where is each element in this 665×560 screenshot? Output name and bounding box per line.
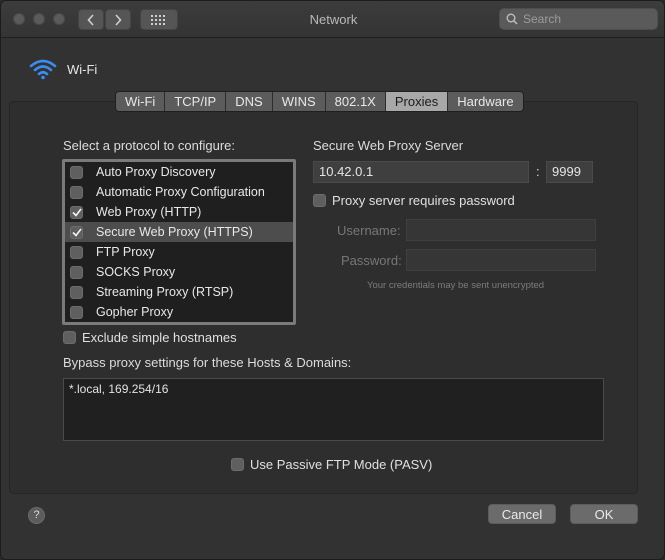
protocol-label: Web Proxy (HTTP) <box>96 205 202 219</box>
protocol-label: FTP Proxy <box>96 245 155 259</box>
tab-tcpip[interactable]: TCP/IP <box>165 92 227 111</box>
wifi-icon <box>29 59 57 80</box>
requires-password-label: Proxy server requires password <box>332 193 515 208</box>
protocol-checkbox[interactable] <box>70 225 83 239</box>
protocol-item[interactable]: FTP Proxy <box>65 242 293 262</box>
bypass-heading: Bypass proxy settings for these Hosts & … <box>63 355 352 370</box>
proxy-port-field[interactable]: 9999 <box>546 161 593 183</box>
port-separator: : <box>536 164 540 179</box>
protocol-label: Gopher Proxy <box>96 305 174 319</box>
requires-password-checkbox[interactable] <box>313 194 326 207</box>
username-field[interactable] <box>406 219 596 241</box>
protocol-checkbox[interactable] <box>70 245 83 259</box>
protocol-label: Secure Web Proxy (HTTPS) <box>96 225 253 239</box>
search-icon <box>506 13 518 25</box>
protocol-checkbox[interactable] <box>70 185 83 199</box>
username-label: Username: <box>337 223 401 238</box>
passive-ftp-checkbox[interactable] <box>231 458 244 471</box>
help-button[interactable]: ? <box>28 507 45 524</box>
search-placeholder: Search <box>523 12 562 26</box>
exclude-simple-label: Exclude simple hostnames <box>82 330 237 345</box>
protocol-list: Auto Proxy Discovery Automatic Proxy Con… <box>62 159 296 325</box>
interface-header: Wi-Fi <box>29 58 97 80</box>
network-window: Network Search Wi-Fi Wi-Fi TCP/IP DNS WI… <box>0 0 665 560</box>
proxy-host-field[interactable]: 10.42.0.1 <box>313 161 529 183</box>
protocol-item-selected[interactable]: Secure Web Proxy (HTTPS) <box>65 222 293 242</box>
checkmark-icon <box>71 208 82 217</box>
server-heading: Secure Web Proxy Server <box>313 138 464 153</box>
protocol-label: SOCKS Proxy <box>96 265 176 279</box>
passive-ftp-row[interactable]: Use Passive FTP Mode (PASV) <box>231 457 432 472</box>
exclude-simple-checkbox[interactable] <box>63 331 76 344</box>
tab-wins[interactable]: WINS <box>273 92 326 111</box>
bypass-textarea[interactable]: *.local, 169.254/16 <box>63 378 604 441</box>
protocol-item[interactable]: Auto Proxy Discovery <box>65 162 293 182</box>
ok-button[interactable]: OK <box>570 504 638 524</box>
protocol-checkbox[interactable] <box>70 285 83 299</box>
tab-proxies[interactable]: Proxies <box>385 92 449 111</box>
passive-ftp-label: Use Passive FTP Mode (PASV) <box>250 457 433 472</box>
search-field[interactable]: Search <box>499 8 658 30</box>
password-label: Password: <box>341 253 402 268</box>
tab-dns[interactable]: DNS <box>226 92 273 111</box>
tab-wifi[interactable]: Wi-Fi <box>116 92 166 111</box>
checkmark-icon <box>71 228 82 237</box>
protocol-item[interactable]: Streaming Proxy (RTSP) <box>65 282 293 302</box>
tab-hardware[interactable]: Hardware <box>448 92 522 111</box>
title-bar: Network Search <box>1 1 664 38</box>
protocol-label: Auto Proxy Discovery <box>96 165 216 179</box>
tab-8021x[interactable]: 802.1X <box>326 92 386 111</box>
protocol-item[interactable]: Web Proxy (HTTP) <box>65 202 293 222</box>
protocol-checkbox[interactable] <box>70 305 83 319</box>
protocol-item[interactable]: Automatic Proxy Configuration <box>65 182 293 202</box>
protocol-checkbox[interactable] <box>70 165 83 179</box>
interface-name: Wi-Fi <box>67 61 98 77</box>
protocol-label: Streaming Proxy (RTSP) <box>96 285 234 299</box>
protocol-label: Automatic Proxy Configuration <box>96 185 265 199</box>
protocol-item[interactable]: SOCKS Proxy <box>65 262 293 282</box>
cancel-button[interactable]: Cancel <box>488 504 556 524</box>
exclude-simple-row[interactable]: Exclude simple hostnames <box>63 330 237 345</box>
protocol-item[interactable]: Gopher Proxy <box>65 302 293 322</box>
requires-password-row[interactable]: Proxy server requires password <box>313 193 515 208</box>
protocol-heading: Select a protocol to configure: <box>63 138 235 153</box>
protocol-checkbox[interactable] <box>70 205 83 219</box>
credentials-hint: Your credentials may be sent unencrypted <box>367 280 545 291</box>
password-field[interactable] <box>406 249 596 271</box>
tab-bar: Wi-Fi TCP/IP DNS WINS 802.1X Proxies Har… <box>115 91 524 112</box>
protocol-checkbox[interactable] <box>70 265 83 279</box>
